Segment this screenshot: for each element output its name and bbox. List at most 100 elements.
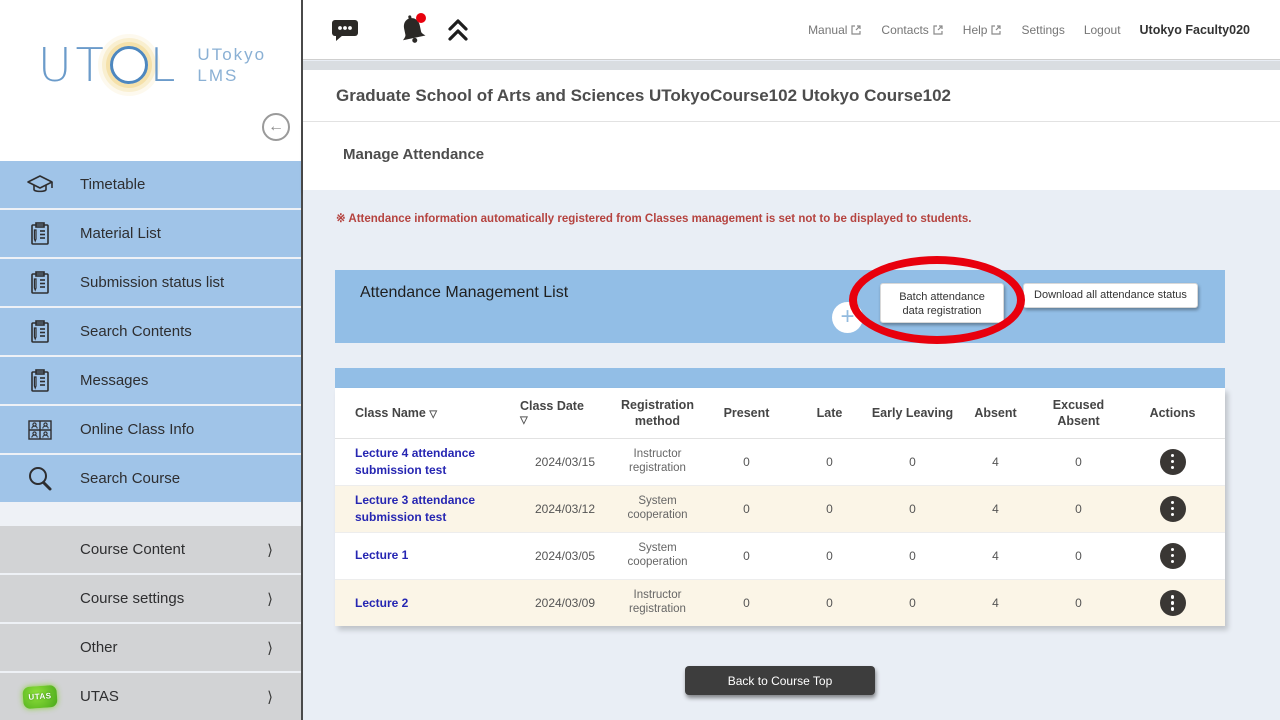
class-name-link[interactable]: Lecture 1 bbox=[355, 547, 408, 563]
graduation-cap-icon bbox=[0, 172, 80, 198]
table-row: Lecture 4 attendance submission test 202… bbox=[335, 438, 1225, 485]
present-count: 0 bbox=[705, 438, 788, 485]
sidebar-item-timetable[interactable]: Timetable bbox=[0, 161, 301, 208]
early-leaving-count: 0 bbox=[871, 579, 954, 626]
column-header-class-name[interactable]: Class Name ▽ bbox=[335, 388, 520, 438]
row-actions-kebab-button[interactable] bbox=[1160, 496, 1186, 522]
absent-count: 4 bbox=[954, 579, 1037, 626]
back-to-course-top-button[interactable]: Back to Course Top bbox=[685, 666, 875, 695]
add-attendance-button[interactable]: + bbox=[832, 302, 863, 333]
sidebar-item-label: Messages bbox=[80, 372, 148, 389]
present-count: 0 bbox=[705, 485, 788, 532]
table-header-row: Class Name ▽ Class Date ▽ Registration m… bbox=[335, 388, 1225, 438]
sidebar-item-label: Course Content bbox=[80, 541, 185, 558]
early-leaving-count: 0 bbox=[871, 438, 954, 485]
contacts-link[interactable]: Contacts bbox=[881, 23, 943, 37]
people-grid-icon bbox=[0, 417, 80, 443]
settings-link[interactable]: Settings bbox=[1021, 23, 1064, 37]
column-header-class-date[interactable]: Class Date ▽ bbox=[520, 388, 610, 438]
early-leaving-count: 0 bbox=[871, 485, 954, 532]
attendance-table: Class Name ▽ Class Date ▽ Registration m… bbox=[335, 388, 1225, 626]
sidebar-item-submission-status-list[interactable]: Submission status list bbox=[0, 259, 301, 306]
sidebar-section-gap bbox=[0, 504, 301, 526]
sidebar-item-label: Course settings bbox=[80, 590, 184, 607]
sidebar-item-online-class-info[interactable]: Online Class Info bbox=[0, 406, 301, 453]
present-count: 0 bbox=[705, 579, 788, 626]
sidebar-item-other[interactable]: Other ⟩ bbox=[0, 624, 301, 671]
sidebar: UTL UTokyo LMS ← Timetable Material List bbox=[0, 0, 301, 720]
magnifier-icon bbox=[0, 465, 80, 493]
table-row: Lecture 3 attendance submission test 202… bbox=[335, 485, 1225, 532]
clipboard-icon bbox=[0, 270, 80, 296]
external-link-icon bbox=[990, 24, 1002, 36]
column-header-early-leaving: Early Leaving bbox=[871, 388, 954, 438]
class-name-link[interactable]: Lecture 2 bbox=[355, 595, 408, 611]
sidebar-item-label: Material List bbox=[80, 225, 161, 242]
notification-bell-icon[interactable] bbox=[393, 10, 433, 50]
utol-logo: UTL UTokyo LMS bbox=[0, 0, 301, 92]
sidebar-item-label: Timetable bbox=[80, 176, 145, 193]
chevron-right-icon: ⟩ bbox=[267, 688, 273, 706]
absent-count: 4 bbox=[954, 438, 1037, 485]
sidebar-item-utas[interactable]: UTAS UTAS ⟩ bbox=[0, 673, 301, 720]
column-header-present: Present bbox=[705, 388, 788, 438]
help-link[interactable]: Help bbox=[963, 23, 1003, 37]
column-header-late: Late bbox=[788, 388, 871, 438]
table-row: Lecture 2 2024/03/09 Instructor registra… bbox=[335, 579, 1225, 626]
late-count: 0 bbox=[788, 485, 871, 532]
external-link-icon bbox=[932, 24, 944, 36]
logo-area: UTL UTokyo LMS ← bbox=[0, 0, 301, 161]
table-top-bar bbox=[335, 368, 1225, 388]
present-count: 0 bbox=[705, 532, 788, 579]
registration-method-cell: Instructor registration bbox=[610, 438, 705, 485]
logo-tagline: UTokyo LMS bbox=[197, 44, 266, 87]
row-actions-kebab-button[interactable] bbox=[1160, 590, 1186, 616]
attendance-notice: ※ Attendance information automatically r… bbox=[336, 211, 1246, 225]
column-header-registration-method: Registration method bbox=[610, 388, 705, 438]
attendance-panel-header: Attendance Management List + Batch atten… bbox=[335, 270, 1225, 343]
sidebar-collapse-button[interactable]: ← bbox=[262, 113, 290, 141]
top-toolbar: Manual Contacts Help Settings Logout Uto… bbox=[303, 0, 1280, 60]
sidebar-item-material-list[interactable]: Material List bbox=[0, 210, 301, 257]
manual-link[interactable]: Manual bbox=[808, 23, 862, 37]
logo-text-ut: UT bbox=[38, 38, 108, 92]
excused-absent-count: 0 bbox=[1037, 579, 1120, 626]
absent-count: 4 bbox=[954, 485, 1037, 532]
registration-method-cell: System cooperation bbox=[610, 532, 705, 579]
column-header-actions: Actions bbox=[1120, 388, 1225, 438]
sidebar-item-label: Search Course bbox=[80, 470, 180, 487]
late-count: 0 bbox=[788, 579, 871, 626]
row-actions-kebab-button[interactable] bbox=[1160, 449, 1186, 475]
sidebar-item-label: Search Contents bbox=[80, 323, 192, 340]
clipboard-icon bbox=[0, 368, 80, 394]
chat-icon[interactable] bbox=[330, 17, 360, 43]
chevron-right-icon: ⟩ bbox=[267, 639, 273, 657]
sidebar-item-course-settings[interactable]: Course settings ⟩ bbox=[0, 575, 301, 622]
sidebar-item-label: Other bbox=[80, 639, 118, 656]
external-link-icon bbox=[850, 24, 862, 36]
class-name-link[interactable]: Lecture 3 attendance submission test bbox=[355, 492, 520, 524]
table-row: Lecture 1 2024/03/05 System cooperation … bbox=[335, 532, 1225, 579]
class-date-cell: 2024/03/05 bbox=[520, 532, 610, 579]
clipboard-icon bbox=[0, 319, 80, 345]
collapse-up-icon[interactable] bbox=[445, 17, 471, 43]
sidebar-item-search-contents[interactable]: Search Contents bbox=[0, 308, 301, 355]
sidebar-item-search-course[interactable]: Search Course bbox=[0, 455, 301, 502]
column-header-absent: Absent bbox=[954, 388, 1037, 438]
sidebar-item-course-content[interactable]: Course Content ⟩ bbox=[0, 526, 301, 573]
column-header-excused-absent: Excused Absent bbox=[1037, 388, 1120, 438]
sidebar-item-label: Submission status list bbox=[80, 274, 224, 291]
row-actions-kebab-button[interactable] bbox=[1160, 543, 1186, 569]
registration-method-cell: Instructor registration bbox=[610, 579, 705, 626]
early-leaving-count: 0 bbox=[871, 532, 954, 579]
top-nav: Manual Contacts Help Settings Logout Uto… bbox=[808, 0, 1250, 60]
class-name-link[interactable]: Lecture 4 attendance submission test bbox=[355, 445, 520, 477]
logout-link[interactable]: Logout bbox=[1084, 23, 1121, 37]
course-title: Graduate School of Arts and Sciences UTo… bbox=[303, 70, 1280, 122]
sidebar-item-messages[interactable]: Messages bbox=[0, 357, 301, 404]
logo-o-ring-icon bbox=[110, 46, 148, 84]
chevron-right-icon: ⟩ bbox=[267, 590, 273, 608]
late-count: 0 bbox=[788, 438, 871, 485]
download-all-attendance-button[interactable]: Download all attendance status bbox=[1023, 283, 1198, 308]
batch-attendance-registration-button[interactable]: Batch attendance data registration bbox=[880, 283, 1004, 323]
